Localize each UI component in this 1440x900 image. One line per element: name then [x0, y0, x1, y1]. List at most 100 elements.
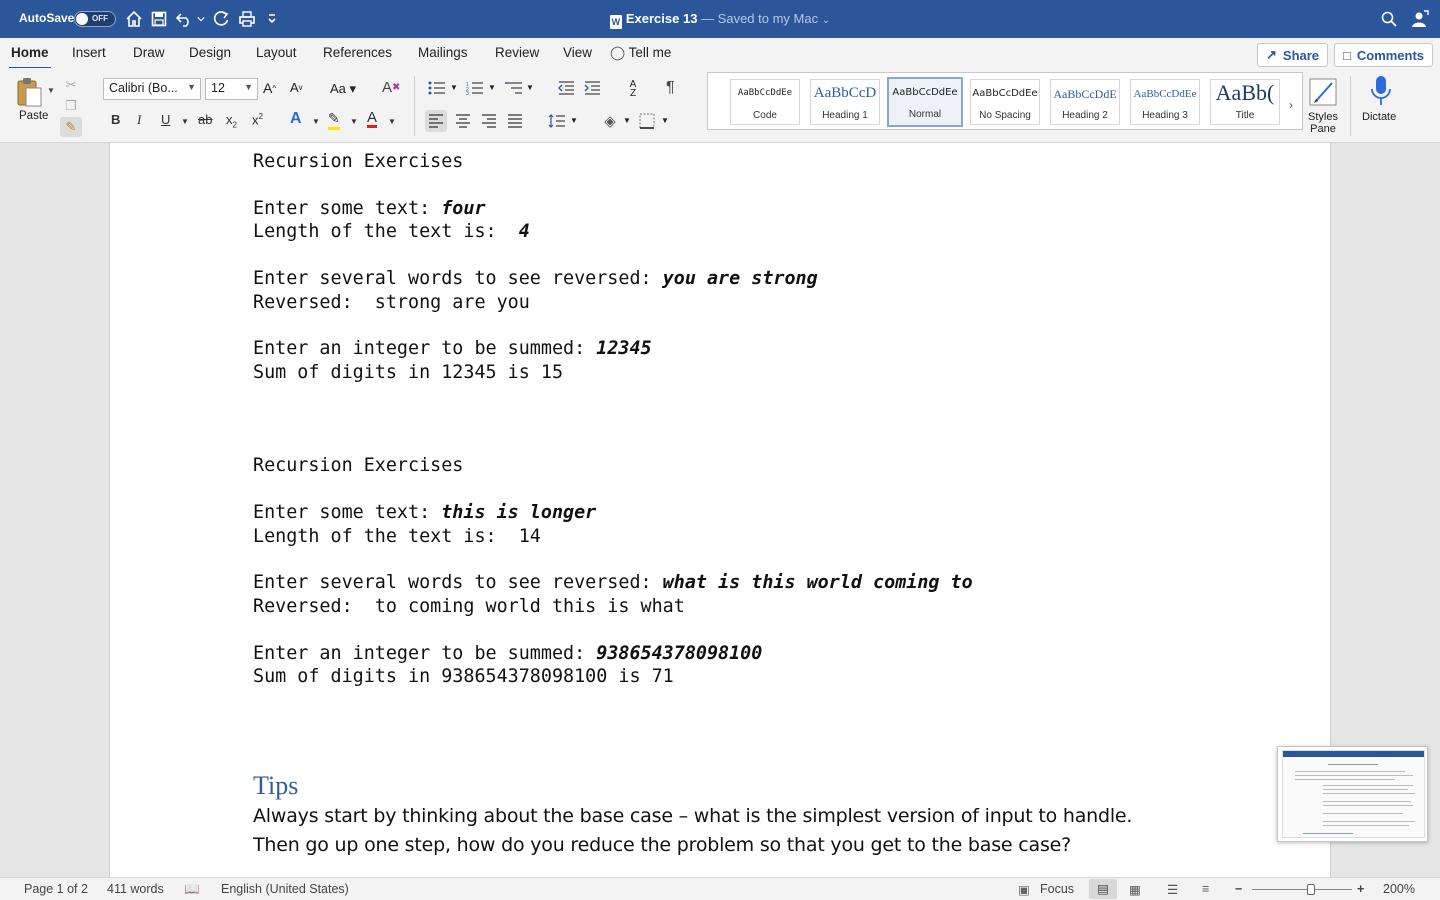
line-spacing-dropdown-icon[interactable]: ▼ [570, 116, 578, 125]
align-left-icon[interactable] [425, 110, 447, 132]
borders-icon[interactable] [637, 110, 657, 132]
subscript-icon[interactable]: x2 [226, 112, 237, 130]
tab-draw[interactable]: Draw [133, 45, 165, 60]
styles-pane-label-1: Styles [1308, 111, 1338, 123]
tell-me-search[interactable]: ◯ Tell me [610, 45, 671, 61]
thumbnail-line [1295, 771, 1405, 772]
tab-references[interactable]: References [323, 45, 392, 60]
document-title[interactable]: Exercise 13 [626, 11, 698, 26]
style-sample: AaBbCcDdEe [972, 88, 1038, 99]
superscript-icon[interactable]: x2 [252, 112, 263, 127]
tab-layout[interactable]: Layout [256, 45, 297, 60]
align-center-icon[interactable] [452, 110, 474, 132]
copy-icon[interactable]: ❐ [62, 97, 80, 115]
comments-button[interactable]: □ Comments [1334, 43, 1434, 67]
search-icon[interactable] [1379, 9, 1399, 29]
block2-line-sum: Sum of digits in 938654378098100 is 71 [253, 666, 674, 687]
thumbnail-line [1323, 801, 1411, 802]
microphone-icon[interactable] [1368, 74, 1394, 108]
font-size-value: 12 [211, 81, 225, 95]
print-layout-icon[interactable]: ▤ [1089, 879, 1117, 899]
numbering-icon[interactable]: 123 [465, 80, 485, 96]
bullets-dropdown-icon[interactable]: ▼ [450, 83, 458, 92]
borders-dropdown-icon[interactable]: ▼ [661, 116, 669, 125]
shrink-font-icon[interactable]: Av [290, 80, 303, 95]
styles-pane-label: Styles Pane [1304, 111, 1342, 135]
gallery-more-icon[interactable]: › [1289, 98, 1293, 112]
italic-icon[interactable]: I [137, 112, 141, 128]
font-size-select[interactable]: 12 ▼ [205, 78, 258, 100]
focus-label[interactable]: Focus [1040, 882, 1074, 896]
style-code[interactable]: AaBbCcDdEe Code [730, 79, 800, 125]
show-formatting-icon[interactable]: ¶ [666, 79, 675, 97]
sort-icon[interactable]: AZ [622, 78, 644, 100]
decrease-indent-icon[interactable] [556, 80, 576, 96]
paste-dropdown-icon[interactable]: ▼ [47, 86, 55, 95]
focus-icon[interactable]: ▣ [1018, 882, 1030, 897]
style-heading-1[interactable]: AaBbCcD Heading 1 [810, 79, 880, 125]
shading-dropdown-icon[interactable]: ▼ [623, 116, 631, 125]
cut-icon[interactable]: ✂ [62, 76, 80, 94]
account-icon[interactable] [1410, 9, 1430, 29]
zoom-slider[interactable] [1252, 889, 1352, 890]
style-heading-2[interactable]: AaBbCcDdE Heading 2 [1050, 79, 1120, 125]
document-page[interactable]: Recursion Exercises Enter some text: fou… [109, 143, 1331, 877]
thumbnail-line [1323, 793, 1415, 794]
tab-mailings[interactable]: Mailings [418, 45, 468, 60]
font-color-dropdown-icon[interactable]: ▼ [388, 117, 396, 126]
paste-icon[interactable] [14, 76, 44, 108]
style-normal[interactable]: AaBbCcDdEe Normal [887, 77, 963, 127]
zoom-slider-thumb[interactable] [1307, 884, 1315, 895]
tab-review[interactable]: Review [495, 45, 539, 60]
outline-view-icon[interactable]: ☰ [1167, 882, 1178, 897]
tab-view[interactable]: View [563, 45, 592, 60]
tab-home[interactable]: Home [9, 45, 51, 70]
tips-line-1: Always start by thinking about the base … [253, 805, 1133, 827]
tips-heading: Tips [253, 771, 299, 800]
title-chevron-icon[interactable]: ⌄ [822, 15, 830, 26]
style-no-spacing[interactable]: AaBbCcDdEe No Spacing [970, 79, 1040, 125]
style-heading-3[interactable]: AaBbCcDdEe Heading 3 [1130, 79, 1200, 125]
shading-icon[interactable]: ◈ [600, 110, 620, 132]
share-button[interactable]: ↗ Share [1257, 43, 1329, 67]
web-layout-icon[interactable]: ▦ [1129, 882, 1141, 897]
font-color-icon[interactable]: A [367, 110, 378, 128]
tab-design[interactable]: Design [189, 45, 231, 60]
align-right-icon[interactable] [478, 110, 500, 132]
zoom-in-icon[interactable]: + [1357, 882, 1364, 896]
increase-indent-icon[interactable] [582, 80, 602, 96]
prompt: Enter an integer to be summed: [253, 643, 597, 664]
change-case-icon[interactable]: Aa ▾ [330, 81, 356, 97]
highlight-icon[interactable]: ✎ [328, 110, 340, 130]
font-name-select[interactable]: Calibri (Bo... ▼ [103, 78, 201, 100]
language[interactable]: English (United States) [221, 882, 349, 896]
text-effects-dropdown-icon[interactable]: ▼ [312, 117, 320, 126]
bold-icon[interactable]: B [111, 112, 120, 127]
zoom-level[interactable]: 200% [1383, 882, 1415, 896]
numbering-dropdown-icon[interactable]: ▼ [488, 83, 496, 92]
style-title[interactable]: AaBb( Title [1210, 79, 1280, 125]
justify-icon[interactable] [504, 110, 526, 132]
zoom-out-icon[interactable]: − [1235, 882, 1242, 896]
strikethrough-icon[interactable]: ab [198, 112, 212, 127]
format-painter-icon[interactable]: ✎ [60, 117, 82, 137]
underline-dropdown-icon[interactable]: ▼ [181, 117, 189, 126]
prompt: Enter several words to see reversed: [253, 268, 663, 289]
text-effects-icon[interactable]: A [290, 110, 302, 128]
word-count[interactable]: 411 words [107, 882, 164, 896]
underline-icon[interactable]: U [161, 112, 170, 127]
draft-view-icon[interactable]: ≡ [1202, 882, 1209, 896]
bullets-icon[interactable] [427, 80, 447, 96]
multilevel-dropdown-icon[interactable]: ▼ [526, 83, 534, 92]
page-count[interactable]: Page 1 of 2 [24, 882, 88, 896]
multilevel-list-icon[interactable] [504, 80, 524, 96]
styles-pane-icon[interactable] [1306, 76, 1340, 108]
proofing-icon[interactable]: 📖 [184, 882, 200, 897]
line-spacing-icon[interactable] [546, 110, 568, 132]
tab-insert[interactable]: Insert [72, 45, 106, 60]
clear-formatting-icon[interactable]: A ✖ [382, 79, 400, 96]
highlight-dropdown-icon[interactable]: ▼ [350, 117, 358, 126]
comments-label: Comments [1356, 47, 1425, 63]
grow-font-icon[interactable]: A ^ [263, 80, 276, 96]
page-thumbnail[interactable] [1277, 746, 1428, 842]
